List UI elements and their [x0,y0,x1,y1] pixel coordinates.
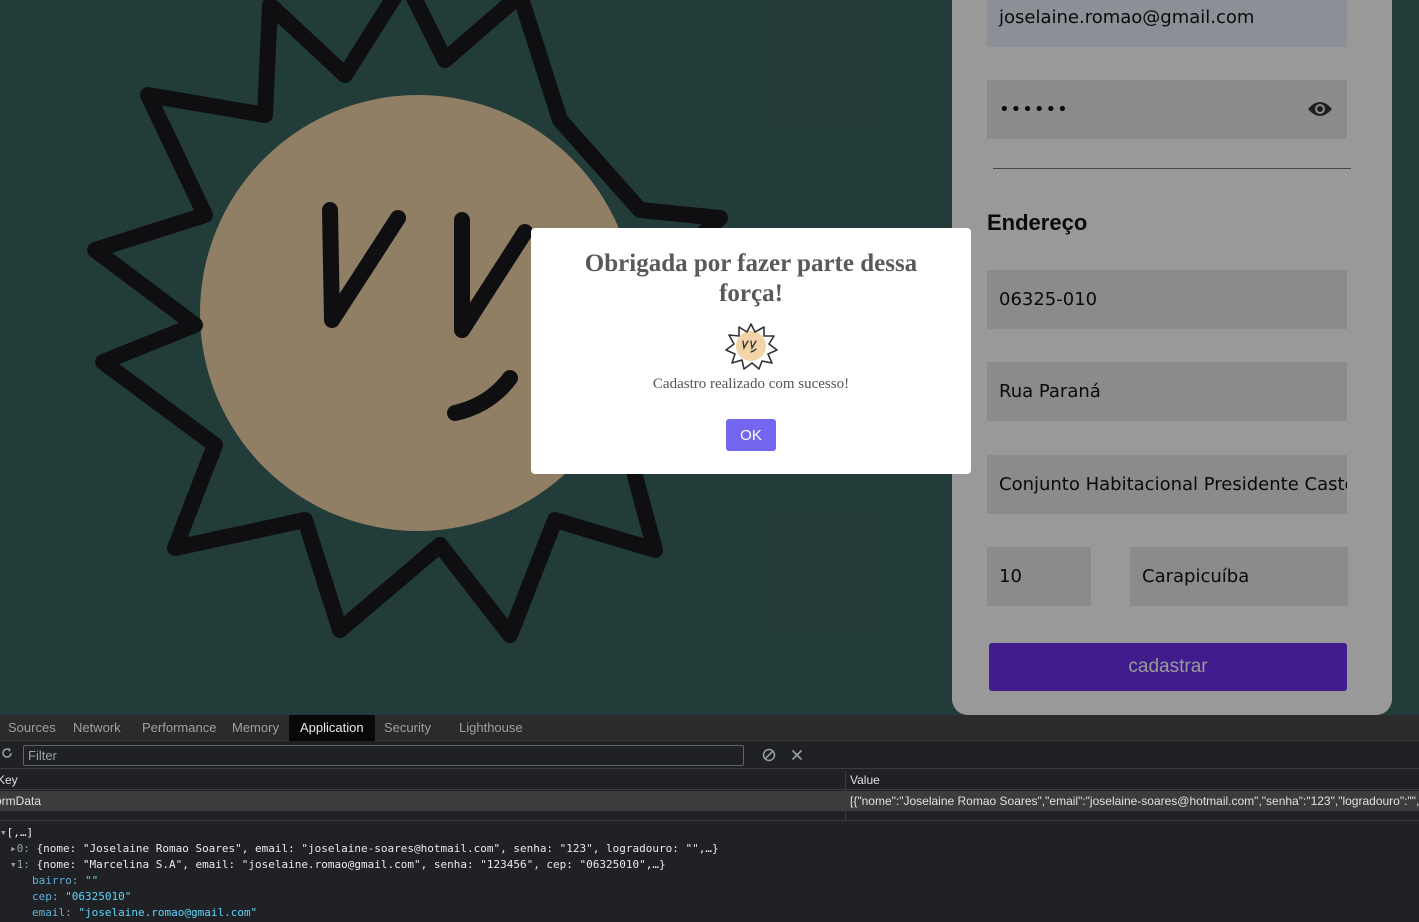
success-dialog: Obrigada por fazer parte dessa força! Ca… [531,228,971,474]
clear-all-icon[interactable] [762,748,776,762]
storage-table-header: Key Value [0,771,1419,790]
delete-selected-icon[interactable] [790,748,804,762]
expanded-triangle-icon: ▾ [10,858,17,871]
tree-prop: cep: "06325010" [32,890,132,903]
sun-icon [725,323,778,370]
dialog-message: Cadastro realizado com sucesso! [652,376,850,392]
filter-input[interactable]: Filter [23,745,744,766]
page-area: joselaine.romao@gmail.com •••••• Endereç… [0,0,1419,715]
devtools-tabbar: Sources Network Performance Memory Appli… [0,715,1419,741]
tree-prop: bairro: "" [32,874,99,887]
table-row[interactable]: ormData [{"nome":"Joselaine Romao Soares… [0,791,1419,811]
table-empty-row [0,811,1419,821]
tab-memory[interactable]: Memory [232,715,279,741]
expanded-triangle-icon: ▾ [0,826,7,839]
dialog-title: Obrigada por fazer parte dessa força! [584,250,918,307]
tree-root[interactable]: ▾[,…] [0,825,33,841]
collapsed-triangle-icon: ▸ [10,842,17,855]
tab-security[interactable]: Security [384,715,431,741]
devtools-panel: Sources Network Performance Memory Appli… [0,715,1419,922]
tree-item-0[interactable]: ▸0: {nome: "Joselaine Romao Soares", ema… [10,841,719,857]
tree-item-1[interactable]: ▾1: {nome: "Marcelina S.A", email: "jose… [10,857,666,873]
tab-sources[interactable]: Sources [8,715,56,741]
key-column-header[interactable]: Key [0,773,18,787]
row-key: ormData [0,794,42,808]
value-column-header[interactable]: Value [850,773,880,787]
ok-button[interactable]: OK [726,419,776,451]
tab-lighthouse[interactable]: Lighthouse [459,715,523,741]
tree-prop: email: "joselaine.romao@gmail.com" [32,906,258,919]
storage-toolbar: Filter [0,742,1419,769]
refresh-icon[interactable] [1,747,13,759]
row-value: [{"nome":"Joselaine Romao Soares","email… [850,794,1419,808]
tab-application[interactable]: Application [289,715,375,741]
tab-performance[interactable]: Performance [142,715,216,741]
tab-network[interactable]: Network [73,715,121,741]
